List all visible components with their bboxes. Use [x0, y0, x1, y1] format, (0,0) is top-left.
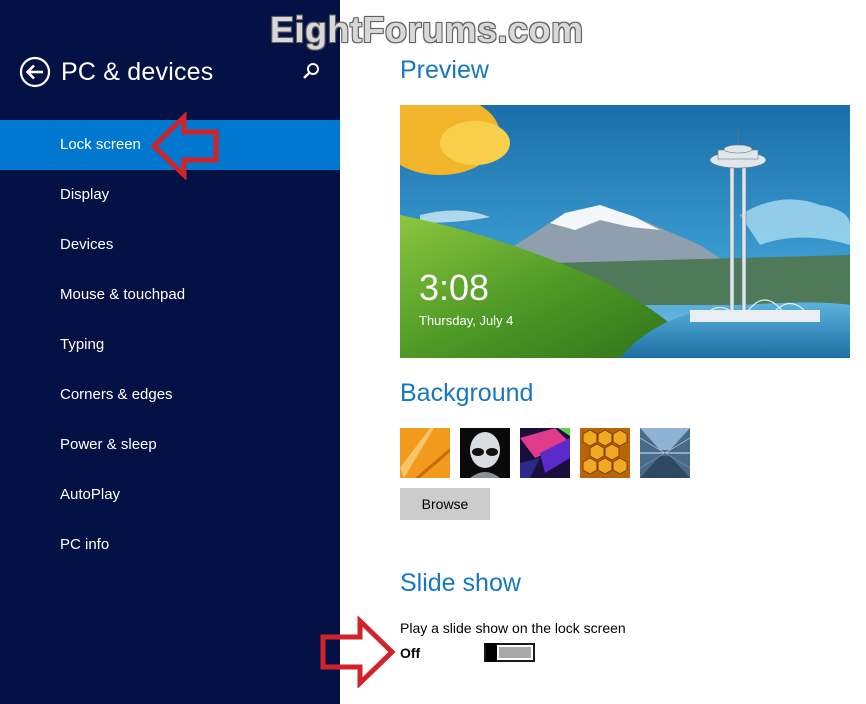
sidebar-item-label: Typing — [60, 336, 105, 353]
background-thumbnail[interactable] — [580, 428, 630, 478]
watermark: EightForums.com — [270, 9, 584, 50]
preview-date: Thursday, July 4 — [419, 313, 514, 328]
annotation-arrow-left-icon — [150, 112, 219, 180]
slideshow-toggle[interactable] — [484, 643, 535, 662]
sidebar-item-label: Lock screen — [60, 136, 141, 153]
background-heading: Background — [400, 379, 534, 407]
sidebar: PC & devices Lock screen Display Devices… — [0, 0, 340, 704]
page-title: PC & devices — [61, 58, 214, 86]
sidebar-item-label: Mouse & touchpad — [60, 286, 186, 303]
toggle-track — [499, 647, 531, 658]
sidebar-item-label: Devices — [60, 236, 114, 253]
search-button[interactable] — [300, 60, 322, 82]
settings-nav: Lock screen Display Devices Mouse & touc… — [0, 120, 340, 570]
background-thumbnail[interactable] — [460, 428, 510, 478]
sidebar-item-autoplay[interactable]: AutoPlay — [0, 470, 340, 520]
slideshow-heading: Slide show — [400, 569, 521, 597]
toggle-state-label: Off — [400, 645, 421, 661]
back-arrow-icon — [19, 56, 51, 88]
toggle-thumb — [486, 643, 497, 662]
sidebar-item-typing[interactable]: Typing — [0, 320, 340, 370]
background-thumbnail[interactable] — [400, 428, 450, 478]
back-button[interactable] — [19, 56, 51, 88]
sidebar-item-label: PC info — [60, 536, 110, 553]
background-thumbnail[interactable] — [640, 428, 690, 478]
background-thumbnail[interactable] — [520, 428, 570, 478]
sidebar-item-power-sleep[interactable]: Power & sleep — [0, 420, 340, 470]
sidebar-item-label: Power & sleep — [60, 436, 157, 453]
sidebar-item-corners-edges[interactable]: Corners & edges — [0, 370, 340, 420]
sidebar-item-label: AutoPlay — [60, 486, 121, 503]
search-icon — [303, 63, 319, 79]
sidebar-item-devices[interactable]: Devices — [0, 220, 340, 270]
browse-button[interactable]: Browse — [400, 488, 490, 520]
preview-heading: Preview — [400, 56, 489, 84]
sidebar-item-pc-info[interactable]: PC info — [0, 520, 340, 570]
preview-time: 3:08 — [419, 267, 490, 308]
annotation-arrow-right-icon — [320, 616, 396, 688]
sidebar-item-label: Corners & edges — [60, 386, 173, 403]
lock-screen-preview: 3:08 Thursday, July 4 — [400, 105, 850, 358]
sidebar-item-mouse-touchpad[interactable]: Mouse & touchpad — [0, 270, 340, 320]
sidebar-item-label: Display — [60, 186, 110, 203]
slideshow-description: Play a slide show on the lock screen — [400, 620, 626, 636]
